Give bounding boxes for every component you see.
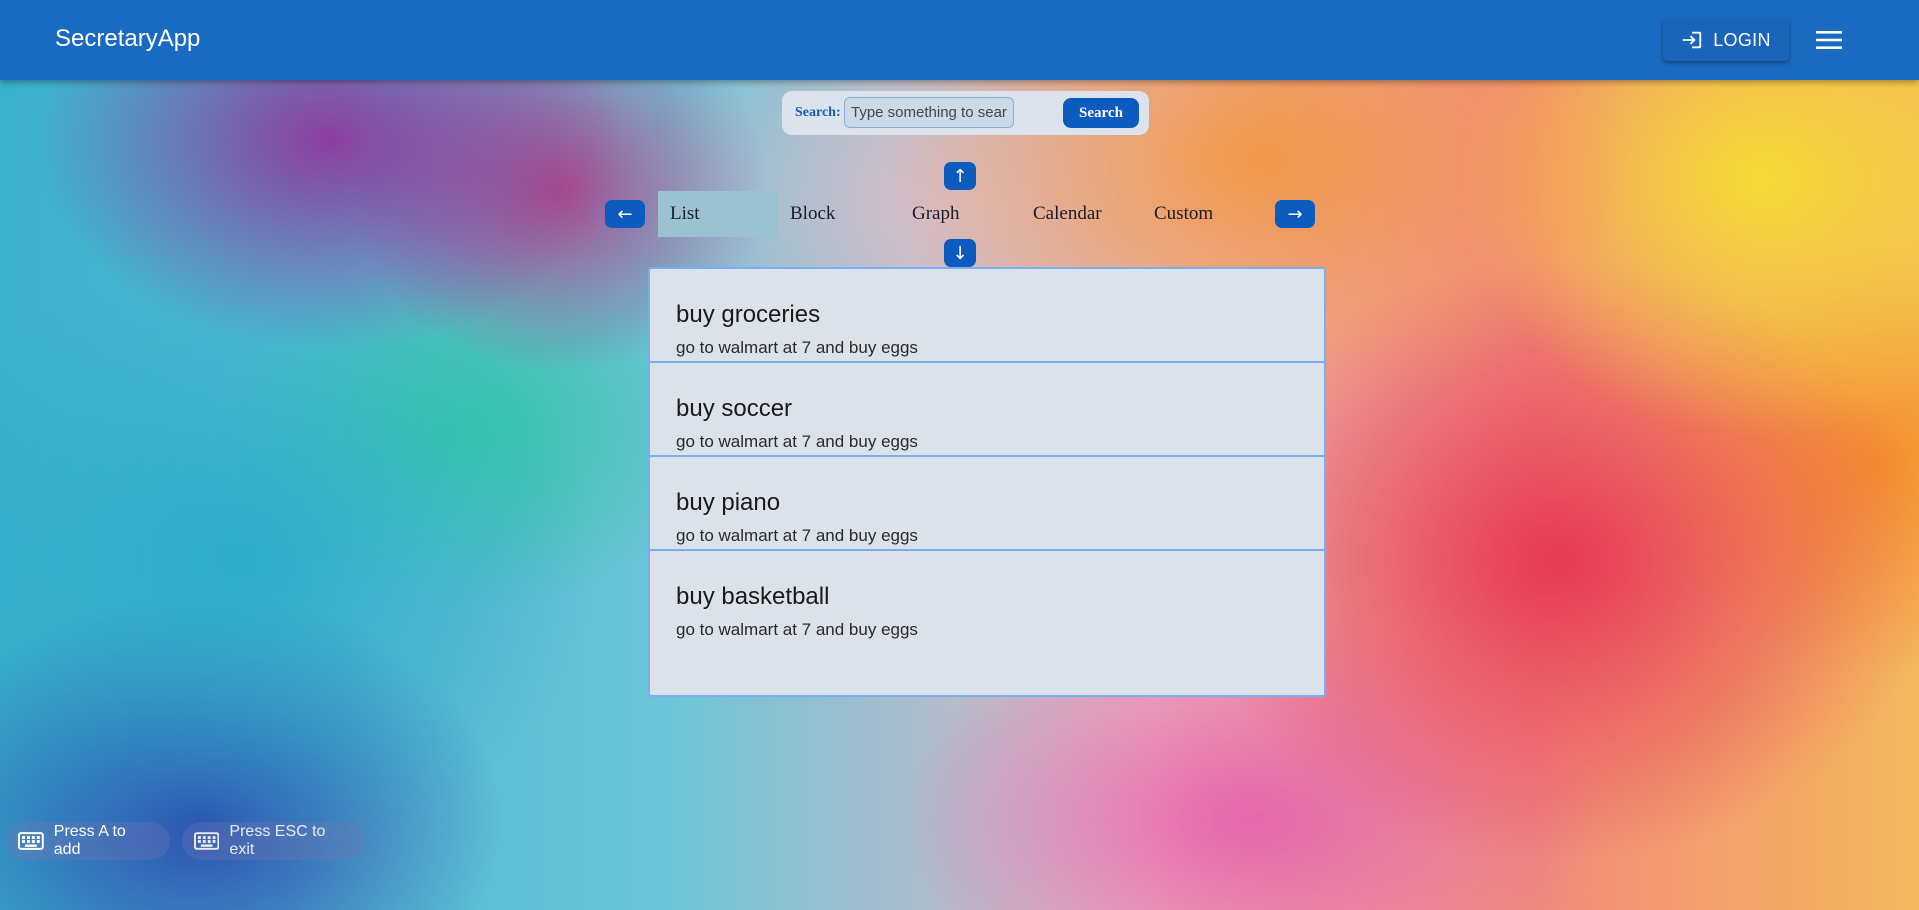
task-description: go to walmart at 7 and buy eggs — [676, 432, 918, 451]
navigate-left-button[interactable]: ← — [605, 200, 645, 228]
app-bar: SecretaryApp LOGIN — [0, 0, 1919, 80]
task-description: go to walmart at 7 and buy eggs — [676, 338, 918, 357]
task-title: buy groceries — [676, 301, 821, 328]
navigate-up-button[interactable]: ↑ — [944, 162, 976, 190]
add-hint-text: Press A to add — [53, 823, 126, 858]
tab-custom[interactable]: Custom — [1142, 191, 1262, 237]
task-card[interactable]: buy basketball go to walmart at 7 and bu… — [648, 549, 1326, 697]
navigate-down-button[interactable]: ↓ — [944, 239, 976, 267]
add-shortcut-hint[interactable]: Press A to add — [6, 822, 170, 860]
menu-button[interactable] — [1811, 22, 1847, 58]
task-card[interactable]: buy groceries go to walmart at 7 and buy… — [648, 267, 1326, 365]
search-bar: Search: Search — [782, 91, 1149, 135]
login-label: LOGIN — [1713, 29, 1771, 50]
tab-list[interactable]: List — [658, 191, 778, 237]
app-title[interactable]: SecretaryApp — [55, 25, 200, 53]
exit-hint-text: Press ESC to exit — [229, 823, 326, 858]
tab-block[interactable]: Block — [778, 191, 898, 237]
keyboard-icon — [194, 832, 220, 850]
task-card[interactable]: buy soccer go to walmart at 7 and buy eg… — [648, 361, 1326, 459]
task-title: buy piano — [676, 489, 781, 516]
task-title: buy soccer — [676, 395, 793, 422]
login-icon — [1683, 31, 1702, 49]
task-description: go to walmart at 7 and buy eggs — [676, 620, 918, 639]
task-card[interactable]: buy piano go to walmart at 7 and buy egg… — [648, 455, 1326, 553]
tab-graph[interactable]: Graph — [900, 191, 1020, 237]
task-title: buy basketball — [676, 583, 830, 610]
keyboard-icon — [18, 832, 44, 850]
search-button[interactable]: Search — [1063, 98, 1139, 128]
login-button[interactable]: LOGIN — [1663, 19, 1789, 61]
navigate-right-button[interactable]: → — [1275, 200, 1315, 228]
search-label: Search: — [795, 105, 841, 120]
tab-calendar[interactable]: Calendar — [1021, 191, 1141, 237]
task-description: go to walmart at 7 and buy eggs — [676, 526, 918, 545]
search-input[interactable] — [844, 97, 1014, 128]
hamburger-menu-icon — [1816, 31, 1842, 49]
exit-shortcut-hint[interactable]: Press ESC to exit — [182, 822, 366, 860]
